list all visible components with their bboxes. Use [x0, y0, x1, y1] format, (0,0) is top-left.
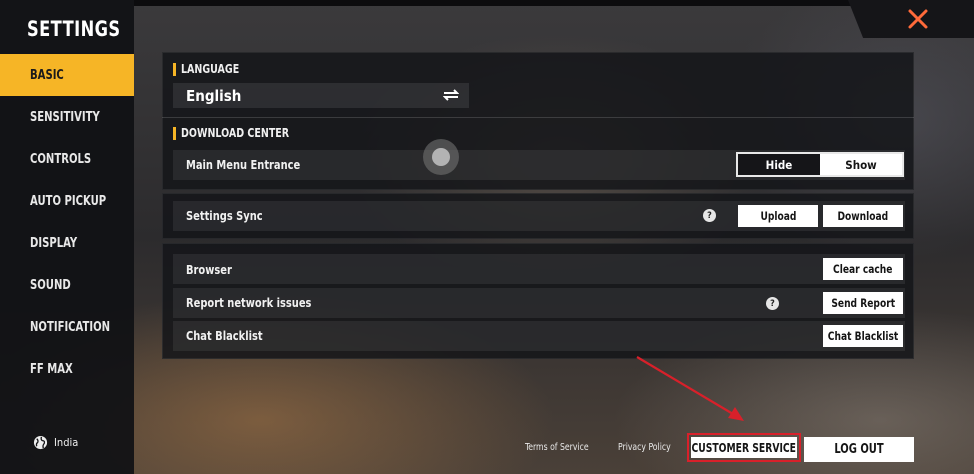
touch-indicator: [423, 139, 459, 175]
sidebar-item-label: CONTROLS: [30, 151, 92, 167]
browser-label: Browser: [186, 262, 232, 277]
sidebar-item-controls[interactable]: CONTROLS: [0, 138, 134, 180]
customer-service-label: CUSTOMER SERVICE: [691, 437, 797, 458]
sidebar-item-label: FF MAX: [30, 361, 73, 377]
close-button[interactable]: [848, 0, 974, 38]
chat-blacklist-row: [173, 321, 905, 351]
show-option[interactable]: Show: [820, 154, 902, 175]
settings-title: SETTINGS: [27, 17, 121, 41]
sidebar: SETTINGS BASIC SENSITIVITY CONTROLS AUTO…: [0, 0, 134, 474]
top-strip: [134, 0, 974, 6]
main-menu-entrance-toggle: Hide Show: [736, 152, 904, 177]
region-label: India: [54, 436, 79, 449]
language-header-label: LANGUAGE: [181, 62, 240, 76]
sidebar-item-label: SENSITIVITY: [30, 109, 100, 125]
sidebar-item-label: NOTIFICATION: [30, 319, 111, 335]
logout-button[interactable]: LOG OUT: [804, 437, 914, 462]
download-center-header: DOWNLOAD CENTER: [173, 126, 304, 140]
help-icon[interactable]: ?: [703, 209, 716, 222]
close-icon: [908, 9, 928, 29]
clear-cache-button[interactable]: Clear cache: [823, 258, 903, 280]
help-icon[interactable]: ?: [766, 297, 779, 310]
sidebar-item-label: AUTO PICKUP: [30, 193, 107, 209]
sidebar-item-display[interactable]: DISPLAY: [0, 222, 134, 264]
hide-option[interactable]: Hide: [738, 154, 820, 175]
privacy-policy-link[interactable]: Privacy Policy: [618, 442, 679, 453]
language-header: LANGUAGE: [173, 62, 247, 76]
chat-blacklist-button[interactable]: Chat Blacklist: [823, 325, 903, 347]
download-center-header-label: DOWNLOAD CENTER: [181, 126, 290, 140]
sidebar-item-ff-max[interactable]: FF MAX: [0, 348, 134, 390]
chat-blacklist-label: Chat Blacklist: [186, 328, 263, 343]
browser-row: [173, 254, 905, 284]
customer-service-button[interactable]: CUSTOMER SERVICE: [687, 433, 801, 462]
upload-button[interactable]: Upload: [738, 205, 818, 227]
sidebar-item-label: BASIC: [30, 67, 64, 83]
divider: [162, 117, 914, 118]
sidebar-item-auto-pickup[interactable]: AUTO PICKUP: [0, 180, 134, 222]
language-select[interactable]: English: [173, 83, 469, 108]
terms-of-service-link[interactable]: Terms of Service: [525, 442, 599, 453]
sidebar-item-label: DISPLAY: [30, 235, 78, 251]
main-menu-entrance-label: Main Menu Entrance: [186, 157, 301, 172]
sidebar-item-label: SOUND: [30, 277, 71, 293]
globe-icon: [33, 435, 48, 450]
sidebar-item-notification[interactable]: NOTIFICATION: [0, 306, 134, 348]
sidebar-item-basic[interactable]: BASIC: [0, 54, 134, 96]
report-network-label: Report network issues: [186, 295, 312, 310]
swap-icon: [443, 89, 459, 101]
header-accent-bar: [173, 62, 176, 76]
sidebar-item-sensitivity[interactable]: SENSITIVITY: [0, 96, 134, 138]
send-report-button[interactable]: Send Report: [823, 292, 903, 314]
header-accent-bar: [173, 126, 176, 140]
sidebar-item-sound[interactable]: SOUND: [0, 264, 134, 306]
download-button[interactable]: Download: [823, 205, 903, 227]
region-selector[interactable]: India: [33, 435, 78, 450]
language-value: English: [186, 86, 242, 105]
settings-sync-label: Settings Sync: [186, 208, 263, 223]
